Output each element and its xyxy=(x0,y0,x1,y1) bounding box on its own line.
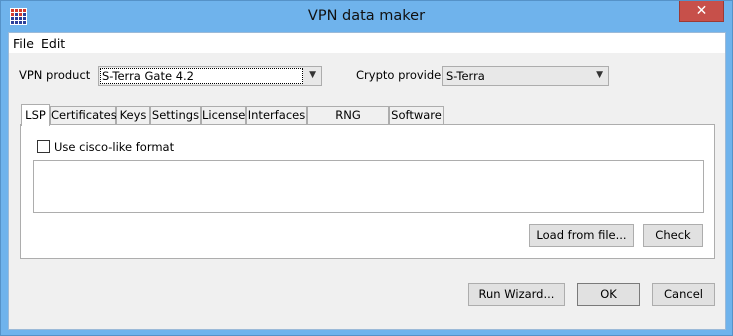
vpn-product-select[interactable]: S-Terra Gate 4.2 ▼ xyxy=(98,66,322,86)
tab-settings[interactable]: Settings xyxy=(150,106,201,124)
close-icon: ✕ xyxy=(695,3,708,19)
vpn-product-value: S-Terra Gate 4.2 xyxy=(102,69,194,83)
lsp-text-area[interactable] xyxy=(33,160,704,213)
close-button[interactable]: ✕ xyxy=(679,1,724,22)
window-title: VPN data maker xyxy=(307,8,426,24)
cisco-format-label: Use cisco-like format xyxy=(54,140,175,154)
tab-interfaces[interactable]: Interfaces xyxy=(246,106,307,124)
chevron-down-icon: ▼ xyxy=(309,70,316,80)
vpn-product-label: VPN product xyxy=(19,68,91,82)
tab-lsp[interactable]: LSP xyxy=(21,104,50,126)
client-area: File Edit VPN product S-Terra Gate 4.2 ▼… xyxy=(8,32,726,330)
crypto-provider-label: Crypto provider xyxy=(356,68,446,82)
tab-keys[interactable]: Keys xyxy=(116,106,150,124)
menu-file[interactable]: File xyxy=(13,36,34,51)
title-bar[interactable]: VPN data maker ✕ xyxy=(1,1,732,32)
chevron-down-icon: ▼ xyxy=(596,70,603,80)
crypto-provider-value: S-Terra xyxy=(446,69,485,83)
run-wizard-button[interactable]: Run Wizard... xyxy=(468,283,565,306)
cancel-button[interactable]: Cancel xyxy=(652,283,715,306)
cisco-format-checkbox[interactable] xyxy=(37,140,50,153)
crypto-provider-select[interactable]: S-Terra ▼ xyxy=(442,66,609,86)
menu-edit[interactable]: Edit xyxy=(41,36,65,51)
app-window: VPN data maker ✕ File Edit VPN product S… xyxy=(0,0,733,336)
tab-rng-container[interactable]: RNG Container xyxy=(307,106,389,139)
ok-button[interactable]: OK xyxy=(577,283,640,306)
tab-software[interactable]: Software xyxy=(389,106,444,124)
check-button[interactable]: Check xyxy=(643,224,703,247)
load-from-file-button[interactable]: Load from file... xyxy=(529,224,634,247)
tab-license[interactable]: License xyxy=(201,106,246,124)
lsp-tab-panel: Use cisco-like format Load from file... … xyxy=(20,124,715,259)
menu-bar: File Edit xyxy=(9,33,725,53)
tab-certificates[interactable]: Certificates xyxy=(50,106,117,124)
